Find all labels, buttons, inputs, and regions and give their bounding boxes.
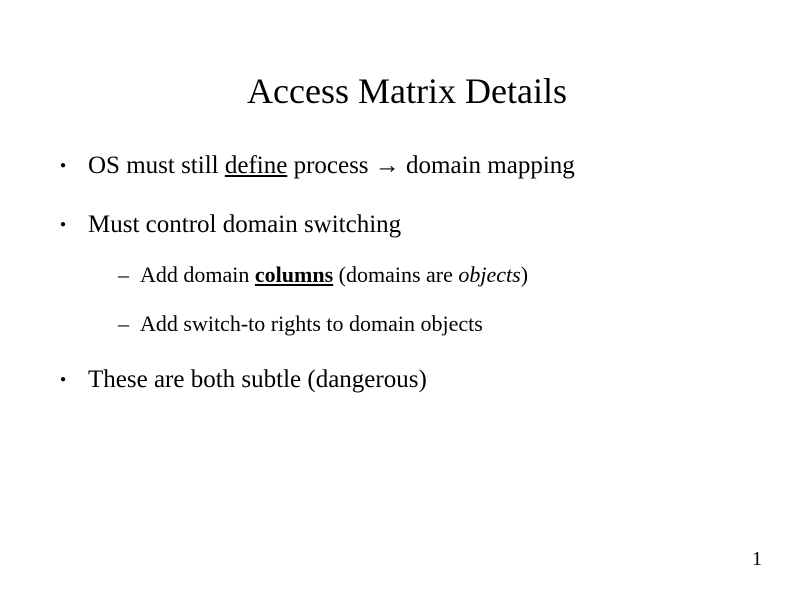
page-number: 1	[752, 548, 762, 571]
sub-bullet-2-text: Add switch-to rights to domain objects	[140, 311, 483, 336]
bullet-3: These are both subtle (dangerous)	[60, 364, 754, 397]
bullet-1-text-a: OS must still	[88, 152, 225, 179]
sub-bullet-1-text-c: (domains are	[333, 262, 458, 287]
sub-bullet-1-text-a: Add domain	[140, 262, 255, 287]
slide: Access Matrix Details OS must still defi…	[0, 0, 794, 595]
sub-bullet-list: Add domain columns (domains are objects)…	[88, 261, 754, 338]
right-arrow-icon: →	[375, 152, 400, 179]
bullet-1-text-d: domain mapping	[400, 152, 575, 179]
sub-bullet-1-italic: objects	[458, 262, 520, 287]
bullet-1-text-b: define	[225, 152, 287, 179]
slide-title: Access Matrix Details	[60, 70, 754, 112]
bullet-list: OS must still define process → domain ma…	[60, 150, 754, 397]
sub-bullet-1-text-e: )	[521, 262, 528, 287]
bullet-2: Must control domain switching Add domain…	[60, 209, 754, 339]
bullet-1: OS must still define process → domain ma…	[60, 150, 754, 183]
bullet-1-text-c: process	[287, 152, 374, 179]
sub-bullet-1-emph: columns	[255, 262, 333, 287]
bullet-2-text: Must control domain switching	[88, 211, 401, 238]
sub-bullet-2: Add switch-to rights to domain objects	[118, 310, 754, 339]
sub-bullet-1: Add domain columns (domains are objects)	[118, 261, 754, 290]
bullet-3-text: These are both subtle (dangerous)	[88, 366, 427, 393]
